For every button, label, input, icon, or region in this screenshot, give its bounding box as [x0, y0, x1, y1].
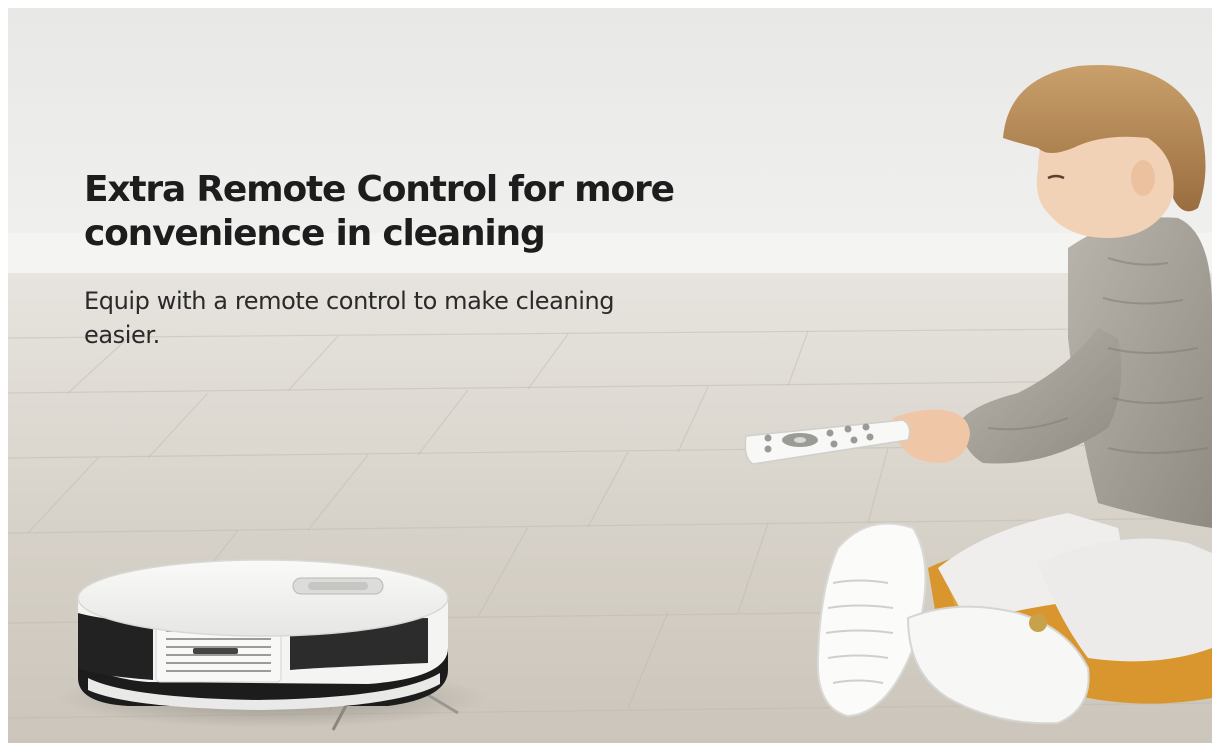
scene-illustration: [8, 8, 1212, 743]
banner-description: Equip with a remote control to make clea…: [84, 287, 615, 349]
robot-vacuum: [58, 559, 488, 731]
banner-headline: Extra Remote Control for more convenienc…: [84, 169, 675, 254]
banner: Extra Remote Control for more convenienc…: [8, 8, 1212, 743]
